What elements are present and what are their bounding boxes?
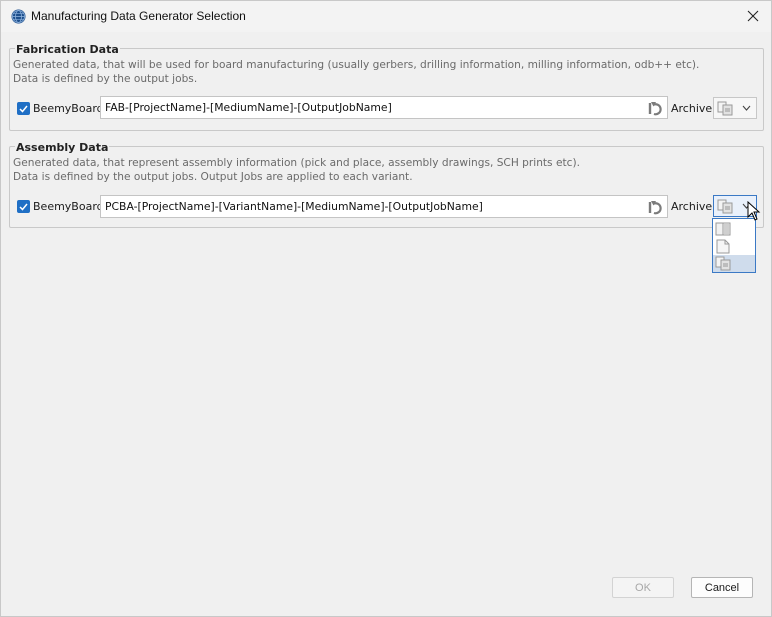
fabrication-board-label: BeemyBoard	[33, 102, 104, 115]
assembly-board-label: BeemyBoard	[33, 200, 104, 213]
assembly-path-input[interactable]: PCBA-[ProjectName]-[VariantName]-[Medium…	[100, 195, 668, 218]
assembly-description-2: Data is defined by the output jobs. Outp…	[13, 171, 413, 183]
mouse-cursor-icon	[747, 201, 761, 221]
dropdown-option-folder-split[interactable]	[713, 221, 755, 238]
dropdown-option-archive-stacked[interactable]	[713, 255, 755, 272]
fabrication-path-input[interactable]: FAB-[ProjectName]-[MediumName]-[OutputJo…	[100, 96, 668, 119]
fabrication-description-2: Data is defined by the output jobs.	[13, 73, 198, 85]
dialog-window: Manufacturing Data Generator Selection F…	[0, 0, 772, 617]
close-button[interactable]	[741, 4, 765, 28]
chevron-down-icon	[742, 105, 751, 111]
archive-stacked-icon	[717, 101, 733, 116]
assembly-checkbox[interactable]	[17, 200, 30, 213]
fabrication-path-text: FAB-[ProjectName]-[MediumName]-[OutputJo…	[105, 101, 392, 114]
archive-stacked-icon	[715, 256, 731, 271]
reset-icon[interactable]	[646, 198, 664, 216]
fabrication-group: Fabrication Data Generated data, that wi…	[9, 43, 764, 131]
window-title: Manufacturing Data Generator Selection	[31, 9, 246, 23]
assembly-archive-label: Archive	[671, 200, 713, 213]
check-icon	[19, 105, 28, 113]
folder-split-icon	[715, 222, 731, 236]
dropdown-option-single-file[interactable]	[713, 238, 755, 255]
fabrication-archive-label: Archive	[671, 102, 713, 115]
fabrication-checkbox[interactable]	[17, 102, 30, 115]
globe-icon	[11, 9, 26, 24]
title-bar: Manufacturing Data Generator Selection	[1, 1, 771, 32]
archive-stacked-icon	[717, 199, 733, 214]
assembly-path-text: PCBA-[ProjectName]-[VariantName]-[Medium…	[105, 200, 483, 213]
fabrication-archive-dropdown[interactable]	[713, 97, 757, 119]
assembly-group-title: Assembly Data	[15, 141, 110, 154]
reset-icon[interactable]	[646, 99, 664, 117]
fabrication-description-1: Generated data, that will be used for bo…	[13, 59, 700, 71]
archive-dropdown-list	[712, 218, 756, 273]
assembly-group: Assembly Data Generated data, that repre…	[9, 141, 764, 228]
close-icon	[747, 10, 759, 22]
ok-button[interactable]: OK	[612, 577, 674, 598]
fabrication-group-title: Fabrication Data	[15, 43, 120, 56]
cancel-button[interactable]: Cancel	[691, 577, 753, 598]
check-icon	[19, 203, 28, 211]
assembly-description-1: Generated data, that represent assembly …	[13, 157, 580, 169]
single-file-icon	[716, 239, 730, 254]
